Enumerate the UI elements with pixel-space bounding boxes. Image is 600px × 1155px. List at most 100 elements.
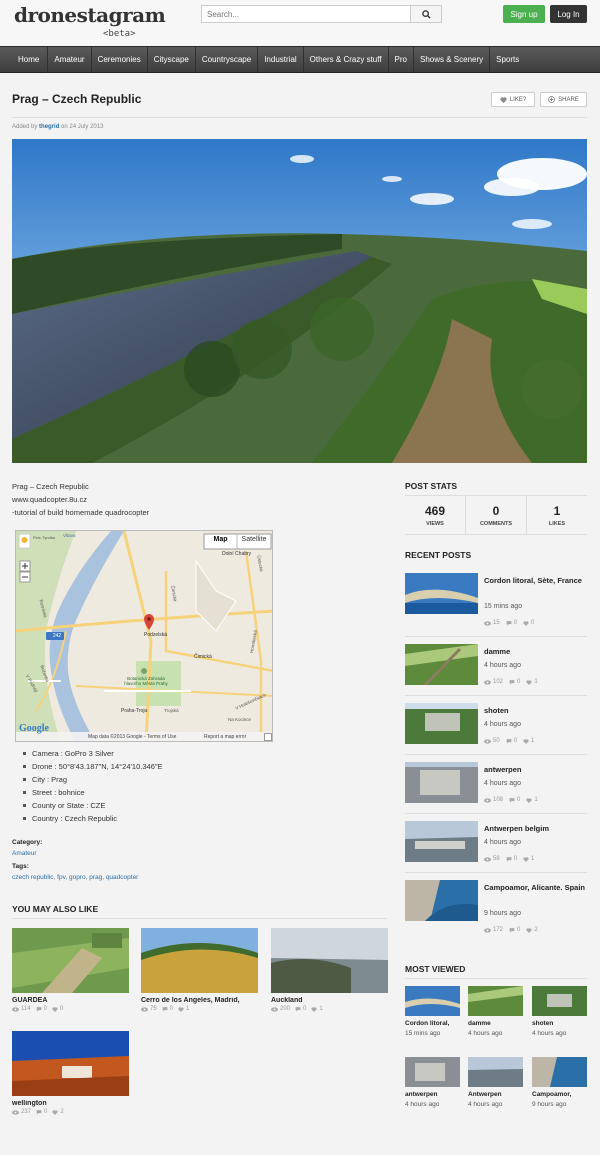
- related-title[interactable]: Cerro de los Angeles, Madrid,: [141, 997, 258, 1004]
- recent-post[interactable]: Cordon litoral, Sète, France 15 mins ago…: [405, 573, 587, 628]
- nav-others[interactable]: Others & Crazy stuff: [304, 47, 389, 73]
- comments-count: 0: [492, 504, 500, 518]
- map-type-satellite-button[interactable]: Satellite: [237, 536, 271, 543]
- most-viewed-title[interactable]: Cordon litoral,: [405, 1020, 460, 1027]
- most-viewed-thumbnail[interactable]: [405, 1057, 460, 1087]
- recent-thumbnail[interactable]: [405, 703, 478, 744]
- author-link[interactable]: thegrid: [39, 124, 59, 130]
- most-viewed-item[interactable]: damme 4 hours ago: [468, 986, 523, 1037]
- divider: [405, 695, 587, 696]
- most-viewed-time: 4 hours ago: [468, 1101, 503, 1108]
- most-viewed-title[interactable]: damme: [468, 1020, 523, 1027]
- like-label: LIKE?: [509, 96, 527, 103]
- category-link[interactable]: Amateur: [12, 850, 37, 857]
- related-thumbnail[interactable]: [12, 1031, 129, 1096]
- related-thumbnail[interactable]: [271, 928, 388, 993]
- like-button[interactable]: LIKE?: [491, 92, 535, 107]
- most-viewed-title[interactable]: shoten: [532, 1020, 587, 1027]
- recent-thumbnail[interactable]: [405, 880, 478, 921]
- most-viewed-item[interactable]: antwerpen 4 hours ago: [405, 1057, 460, 1108]
- nav-industrial[interactable]: Industrial: [258, 47, 304, 73]
- related-thumbnail[interactable]: [12, 928, 129, 993]
- related-thumbnail[interactable]: [141, 928, 258, 993]
- recent-title[interactable]: Campoamor, Alicante. Spain: [484, 882, 587, 894]
- recent-title[interactable]: Cordon litoral, Sète, France: [484, 575, 587, 587]
- related-stats: 75 0 1: [141, 1006, 258, 1012]
- related-title[interactable]: wellington: [12, 1100, 129, 1107]
- map-expand-icon[interactable]: [264, 733, 272, 741]
- also-like-heading: YOU MAY ALSO LIKE: [12, 904, 99, 914]
- related-title[interactable]: GUARDEA: [12, 997, 129, 1004]
- nav-countryscape[interactable]: Countryscape: [196, 47, 259, 73]
- recent-post[interactable]: Campoamor, Alicante. Spain 9 hours ago 1…: [405, 880, 587, 935]
- recent-thumbnail[interactable]: [405, 644, 478, 685]
- most-viewed-time: 4 hours ago: [532, 1030, 567, 1037]
- login-button[interactable]: Log In: [550, 5, 587, 23]
- recent-post[interactable]: shoten 4 hours ago 50 0 1: [405, 703, 587, 758]
- heart-icon: [526, 679, 532, 685]
- related-card[interactable]: wellington 237 0 2: [12, 1031, 129, 1115]
- recent-post[interactable]: antwerpen 4 hours ago 108 0 1: [405, 762, 587, 817]
- related-card[interactable]: Auckland 200 0 1: [271, 928, 388, 1012]
- related-card[interactable]: GUARDEA 114 0 0: [12, 928, 129, 1012]
- most-viewed-thumbnail[interactable]: [532, 1057, 587, 1087]
- most-viewed-time: 4 hours ago: [468, 1030, 503, 1037]
- spec-list: Camera : GoPro 3 Silver Drone : 50°8'43.…: [22, 747, 163, 825]
- most-viewed-item[interactable]: Cordon litoral, 15 mins ago: [405, 986, 460, 1037]
- comment-count: 0: [513, 738, 518, 744]
- recent-stats: 102 0 1: [484, 679, 538, 685]
- most-viewed-title[interactable]: Campoamor,: [532, 1091, 587, 1098]
- recent-thumbnail[interactable]: [405, 762, 478, 803]
- divider: [405, 978, 587, 979]
- most-viewed-title[interactable]: Antwerpen: [468, 1091, 523, 1098]
- post-image[interactable]: [12, 139, 587, 463]
- most-viewed-thumbnail[interactable]: [405, 986, 460, 1016]
- related-title[interactable]: Auckland: [271, 997, 388, 1004]
- map-type-map-button[interactable]: Map: [204, 536, 237, 543]
- nav-shows-scenery[interactable]: Shows & Scenery: [414, 47, 491, 73]
- recent-thumbnail[interactable]: [405, 573, 478, 614]
- nav-sports[interactable]: Sports: [490, 47, 525, 73]
- most-viewed-title[interactable]: antwerpen: [405, 1091, 460, 1098]
- recent-title[interactable]: shoten: [484, 705, 587, 717]
- nav-ceremonies[interactable]: Ceremonies: [92, 47, 148, 73]
- nav-amateur[interactable]: Amateur: [48, 47, 92, 73]
- most-viewed-time: 9 hours ago: [532, 1101, 567, 1108]
- spec-camera: Camera : GoPro 3 Silver: [22, 747, 163, 760]
- recent-post[interactable]: damme 4 hours ago 102 0 1: [405, 644, 587, 699]
- search-input[interactable]: [201, 5, 411, 23]
- share-button[interactable]: SHARE: [540, 92, 587, 107]
- recent-title[interactable]: antwerpen: [484, 764, 587, 776]
- most-viewed-thumbnail[interactable]: [468, 1057, 523, 1087]
- spec-county: County or State : CZE: [22, 799, 163, 812]
- related-stats: 114 0 0: [12, 1006, 129, 1012]
- tags-links[interactable]: czech republic, fpv, gopro, prag, quadco…: [12, 874, 138, 881]
- nav-pro[interactable]: Pro: [389, 47, 414, 73]
- recent-title[interactable]: damme: [484, 646, 587, 658]
- description-line: -tutorial of build homemade quadrocopter: [12, 508, 150, 517]
- most-viewed-item[interactable]: Campoamor, 9 hours ago: [532, 1057, 587, 1108]
- nav-cityscape[interactable]: Cityscape: [148, 47, 196, 73]
- likes-stat: 1 LIKES: [527, 496, 587, 534]
- most-viewed-item[interactable]: shoten 4 hours ago: [532, 986, 587, 1037]
- like-count: 2: [534, 927, 538, 933]
- eye-icon: [484, 620, 491, 626]
- most-viewed-thumbnail[interactable]: [468, 986, 523, 1016]
- map-report-link[interactable]: Report a map error: [204, 734, 246, 740]
- site-logo[interactable]: dronestagram: [14, 3, 166, 27]
- map-attribution[interactable]: Map data ©2013 Google - Terms of Use: [88, 734, 176, 740]
- most-viewed-thumbnail[interactable]: [532, 986, 587, 1016]
- comment-icon: [509, 927, 515, 933]
- signup-button[interactable]: Sign up: [503, 5, 545, 23]
- location-map[interactable]: Map Satellite Pelc-Tyrolka Vltava Dolní …: [15, 530, 273, 742]
- related-card[interactable]: Cerro de los Angeles, Madrid, 75 0 1: [141, 928, 258, 1012]
- recent-thumbnail[interactable]: [405, 821, 478, 862]
- recent-post[interactable]: Antwerpen belgim 4 hours ago 58 0 1: [405, 821, 587, 876]
- site-header: dronestagram <beta> Sign up Log In: [0, 0, 600, 46]
- recent-title[interactable]: Antwerpen belgim: [484, 823, 587, 835]
- nav-home[interactable]: Home: [0, 47, 49, 73]
- heart-icon: [500, 96, 507, 103]
- heart-icon: [311, 1006, 317, 1012]
- search-button[interactable]: [410, 5, 442, 23]
- most-viewed-item[interactable]: Antwerpen 4 hours ago: [468, 1057, 523, 1108]
